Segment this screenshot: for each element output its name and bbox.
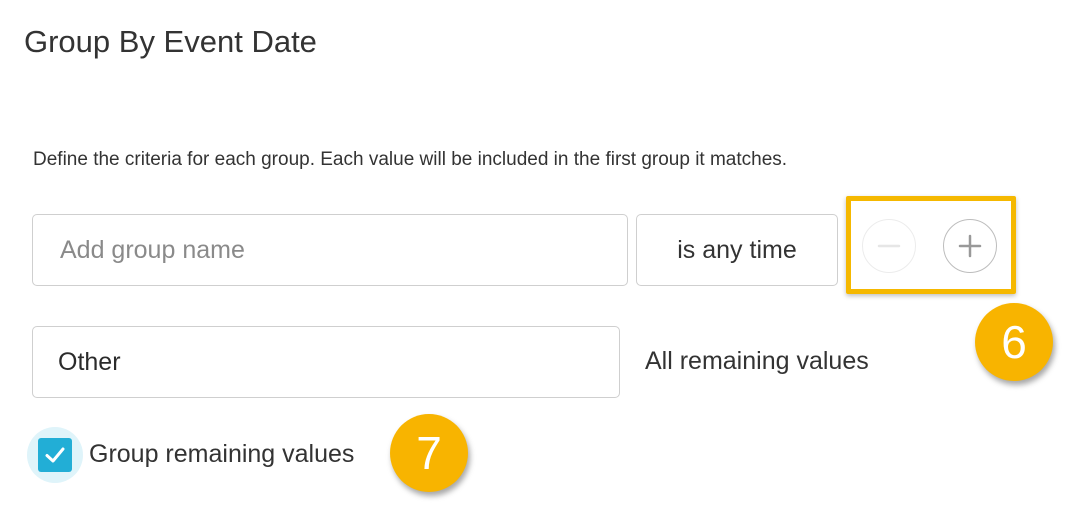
checkbox-box [38,438,72,472]
criteria-description: Define the criteria for each group. Each… [33,149,788,170]
other-group-name-value: Other [58,347,121,376]
group-remaining-checkbox[interactable] [27,427,83,483]
other-group-name-field[interactable]: Other [32,326,620,398]
checkmark-icon [45,447,65,463]
time-condition-label: is any time [677,235,797,264]
time-condition-dropdown[interactable]: is any time [636,214,838,286]
group-name-field[interactable] [32,214,628,286]
page-title: Group By Event Date [24,24,317,59]
callout-badge-6: 6 [975,303,1053,381]
remaining-values-label: All remaining values [645,347,869,375]
group-remaining-label[interactable]: Group remaining values [89,437,354,471]
callout-badge-7: 7 [390,414,468,492]
group-name-input[interactable] [58,234,627,266]
buttons-highlight-box [846,196,1016,294]
